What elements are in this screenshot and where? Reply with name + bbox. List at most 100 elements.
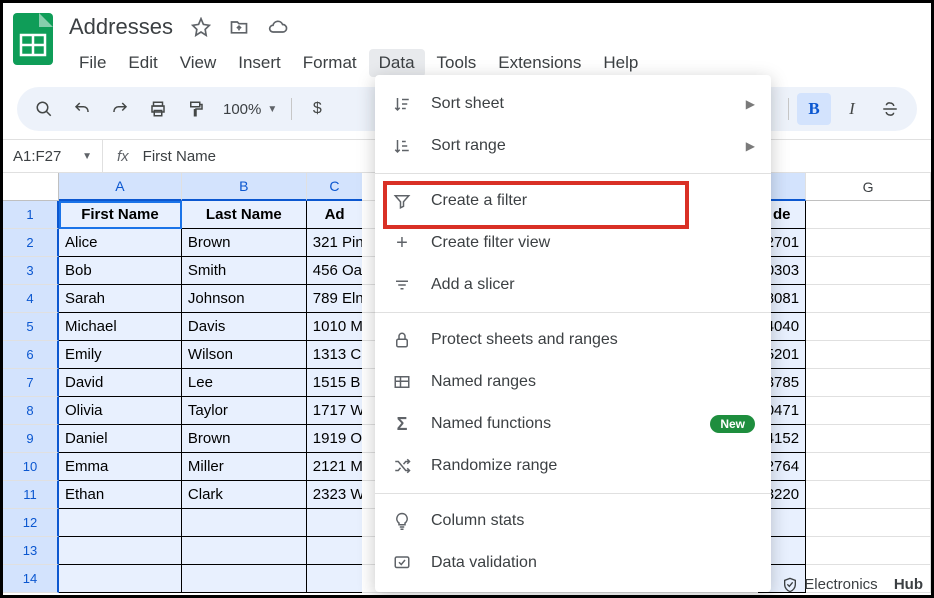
cell[interactable] (806, 341, 931, 369)
cell[interactable] (806, 425, 931, 453)
menu-add-slicer[interactable]: Add a slicer (375, 264, 771, 306)
bold-button[interactable]: B (797, 93, 831, 125)
menu-create-filter[interactable]: Create a filter (375, 180, 771, 222)
cell[interactable]: 321 Pin (307, 229, 363, 257)
cell[interactable]: Bob (59, 257, 182, 285)
cell[interactable] (307, 509, 363, 537)
menu-sort-sheet[interactable]: Sort sheet ▶ (375, 83, 771, 125)
row-header[interactable]: 7 (3, 369, 59, 397)
menu-format[interactable]: Format (293, 49, 367, 77)
cell[interactable] (806, 201, 931, 229)
menu-create-filter-view[interactable]: + Create filter view (375, 222, 771, 264)
menu-column-stats[interactable]: Column stats (375, 500, 771, 542)
row-header[interactable]: 1 (3, 201, 59, 229)
cell[interactable] (806, 537, 931, 565)
name-box[interactable]: A1:F27 ▼ (3, 140, 103, 172)
search-icon[interactable] (27, 93, 61, 125)
cell[interactable]: Sarah (59, 285, 182, 313)
col-header[interactable]: C (307, 173, 362, 201)
menu-edit[interactable]: Edit (118, 49, 167, 77)
menu-named-ranges[interactable]: Named ranges (375, 361, 771, 403)
row-header[interactable]: 6 (3, 341, 59, 369)
cell[interactable] (806, 369, 931, 397)
menu-insert[interactable]: Insert (228, 49, 291, 77)
star-icon[interactable] (191, 17, 211, 37)
cell[interactable] (307, 537, 363, 565)
cell[interactable] (806, 453, 931, 481)
cell[interactable]: 1515 B (307, 369, 363, 397)
cell[interactable] (806, 509, 931, 537)
row-header[interactable]: 4 (3, 285, 59, 313)
menu-randomize-range[interactable]: Randomize range (375, 445, 771, 487)
menu-sort-range[interactable]: Sort range ▶ (375, 125, 771, 167)
cloud-icon[interactable] (267, 17, 289, 37)
row-header[interactable]: 11 (3, 481, 59, 509)
row-header[interactable]: 10 (3, 453, 59, 481)
cell[interactable]: 1717 W (307, 397, 363, 425)
cell[interactable]: Lee (182, 369, 307, 397)
row-header[interactable]: 14 (3, 565, 59, 593)
menu-view[interactable]: View (170, 49, 227, 77)
cell[interactable]: Miller (182, 453, 307, 481)
row-header[interactable]: 9 (3, 425, 59, 453)
cell[interactable]: Michael (59, 313, 182, 341)
row-header[interactable]: 3 (3, 257, 59, 285)
cell[interactable]: Daniel (59, 425, 182, 453)
col-header[interactable]: A (59, 173, 182, 201)
cell[interactable]: Emma (59, 453, 182, 481)
sheets-logo[interactable] (11, 11, 55, 67)
cell[interactable]: Johnson (182, 285, 307, 313)
cell[interactable]: 1919 O (307, 425, 363, 453)
cell[interactable]: Taylor (182, 397, 307, 425)
cell[interactable]: Smith (182, 257, 307, 285)
menu-tools[interactable]: Tools (427, 49, 487, 77)
row-header[interactable]: 13 (3, 537, 59, 565)
cell[interactable]: Ad (307, 201, 363, 229)
italic-button[interactable]: I (835, 93, 869, 125)
cell[interactable]: Ethan (59, 481, 182, 509)
row-header[interactable]: 2 (3, 229, 59, 257)
row-header[interactable]: 8 (3, 397, 59, 425)
cell[interactable]: Clark (182, 481, 307, 509)
cell[interactable] (59, 509, 182, 537)
cell[interactable]: 789 Eln (307, 285, 363, 313)
cell[interactable]: 2121 M (307, 453, 363, 481)
cell[interactable] (806, 397, 931, 425)
row-header[interactable]: 12 (3, 509, 59, 537)
cell[interactable]: 456 Oa (307, 257, 363, 285)
move-icon[interactable] (229, 17, 249, 37)
cell[interactable]: 1313 C (307, 341, 363, 369)
cell[interactable] (59, 537, 182, 565)
cell[interactable] (182, 565, 307, 593)
cell[interactable] (806, 285, 931, 313)
cell[interactable]: David (59, 369, 182, 397)
menu-protect-sheets[interactable]: Protect sheets and ranges (375, 319, 771, 361)
cell[interactable]: 1010 M (307, 313, 363, 341)
menu-file[interactable]: File (69, 49, 116, 77)
cell[interactable]: Brown (182, 425, 307, 453)
menu-help[interactable]: Help (593, 49, 648, 77)
paint-format-icon[interactable] (179, 93, 213, 125)
print-icon[interactable] (141, 93, 175, 125)
col-header[interactable]: B (182, 173, 307, 201)
cell[interactable]: 2323 W (307, 481, 363, 509)
menu-named-functions[interactable]: Σ Named functions New (375, 403, 771, 445)
menu-extensions[interactable]: Extensions (488, 49, 591, 77)
cell[interactable] (307, 565, 363, 593)
cell[interactable]: Emily (59, 341, 182, 369)
row-header[interactable]: 5 (3, 313, 59, 341)
menu-data[interactable]: Data (369, 49, 425, 77)
cell[interactable] (806, 481, 931, 509)
col-header[interactable]: G (806, 173, 931, 201)
cell[interactable]: Alice (59, 229, 182, 257)
menu-data-validation[interactable]: Data validation (375, 542, 771, 584)
cell[interactable]: Last Name (182, 201, 307, 229)
cell[interactable] (806, 229, 931, 257)
cell[interactable]: Olivia (59, 397, 182, 425)
cell[interactable] (182, 537, 307, 565)
select-all-corner[interactable] (3, 173, 59, 201)
cell[interactable] (182, 509, 307, 537)
cell[interactable] (59, 565, 182, 593)
redo-icon[interactable] (103, 93, 137, 125)
document-title[interactable]: Addresses (69, 14, 173, 40)
